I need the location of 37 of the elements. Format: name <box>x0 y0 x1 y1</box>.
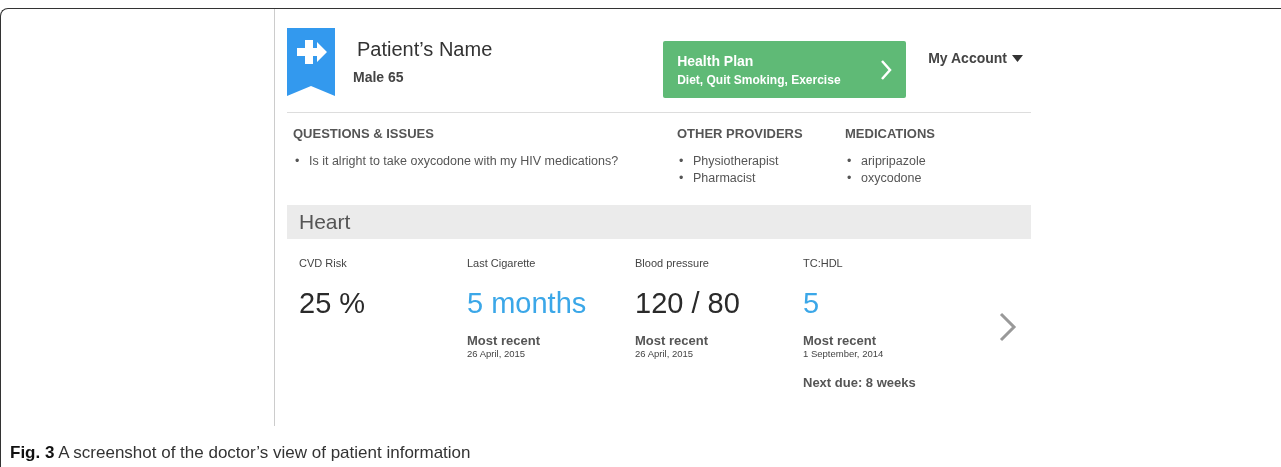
account-menu[interactable]: My Account <box>928 50 1023 66</box>
metric-label: TC:HDL <box>803 257 844 269</box>
next-due: Next due: 8 weeks <box>803 375 917 390</box>
chevron-right-icon[interactable] <box>999 312 1017 342</box>
recent-date: 26 April, 2015 <box>467 348 527 359</box>
patient-name: Patient’s Name <box>357 38 493 61</box>
metric-value: 25 % <box>299 287 367 321</box>
most-recent-label: Most recent <box>635 333 709 348</box>
chevron-right-icon <box>880 58 893 81</box>
panel-heading: MEDICATIONS <box>845 126 936 141</box>
most-recent-label: Most recent <box>803 333 877 348</box>
caret-down-icon <box>1012 54 1023 62</box>
list-item: aripripazole <box>861 153 926 170</box>
recent-date: 26 April, 2015 <box>635 348 695 359</box>
bullet-mark: • <box>847 153 853 170</box>
figure-caption: Fig. 3 A screenshot of the doctor’s view of patient information <box>10 443 471 463</box>
list-item: Is it alright to take oxycodone with my HIV medications? <box>309 153 619 170</box>
list-item: oxycodone <box>861 170 922 187</box>
bullet-mark: • <box>679 153 685 170</box>
metric-label: Blood pressure <box>635 257 710 269</box>
bullet-mark: • <box>295 153 301 170</box>
section-header: Heart <box>287 205 1031 239</box>
panel-heading: QUESTIONS & ISSUES <box>293 126 435 141</box>
bookmark-logo-icon <box>287 28 335 96</box>
metric-label: Last Cigarette <box>467 257 537 269</box>
panel-heading: OTHER PROVIDERS <box>677 126 804 141</box>
metric-value: 5 <box>803 287 821 321</box>
list-item: Physiotherapist <box>693 153 779 170</box>
patient-details: Male 65 <box>353 69 405 85</box>
metric-value: 120 / 80 <box>635 287 741 321</box>
metric-value: 5 months <box>467 287 588 321</box>
most-recent-label: Most recent <box>467 333 541 348</box>
metric-label: CVD Risk <box>299 257 348 269</box>
bullet-mark: • <box>679 170 685 187</box>
bullet-mark: • <box>847 170 853 187</box>
list-item: Pharmacist <box>693 170 756 187</box>
recent-date: 1 September, 2014 <box>803 348 885 359</box>
